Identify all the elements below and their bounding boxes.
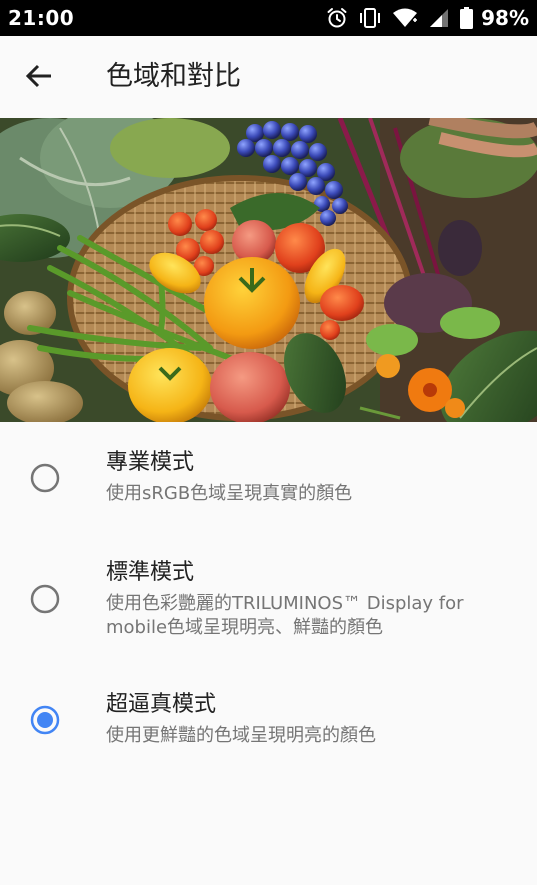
preview-image (0, 118, 537, 422)
back-button[interactable] (18, 57, 60, 99)
app-bar: 色域和對比 (0, 36, 537, 118)
option-title: 標準模式 (106, 560, 195, 585)
option-description: 使用更鮮豔的色域呈現明亮的顏色 (106, 725, 376, 746)
radio-unchecked-icon[interactable] (29, 583, 61, 615)
alarm-icon (326, 7, 348, 29)
cell-signal-icon (428, 7, 450, 29)
option-description: 使用色彩艷麗的TRILUMINOS™ Display for mobile色域呈… (106, 593, 464, 638)
option-professional-mode[interactable]: 專業模式 使用sRGB色域呈現真實的顏色 (0, 440, 537, 530)
option-super-vivid-mode[interactable]: 超逼真模式 使用更鮮豔的色域呈現明亮的顏色 (0, 686, 537, 766)
status-bar: 21:00 98% (0, 0, 537, 36)
vibrate-icon (358, 7, 382, 29)
radio-unchecked-icon[interactable] (29, 462, 61, 494)
status-icons: 98% (326, 4, 529, 32)
battery-icon (460, 7, 474, 29)
status-time: 21:00 (8, 6, 75, 30)
option-standard-mode[interactable]: 標準模式 使用色彩艷麗的TRILUMINOS™ Display for mobi… (0, 552, 537, 652)
battery-percent: 98% (481, 6, 529, 30)
radio-checked-icon[interactable] (29, 704, 61, 736)
option-title: 超逼真模式 (106, 692, 217, 717)
option-description: 使用sRGB色域呈現真實的顏色 (106, 483, 353, 504)
option-title: 專業模式 (106, 450, 195, 475)
vegetable-basket-image (0, 118, 537, 422)
wifi-icon (392, 7, 418, 29)
arrow-back-icon (24, 61, 54, 95)
page-title: 色域和對比 (106, 61, 241, 92)
